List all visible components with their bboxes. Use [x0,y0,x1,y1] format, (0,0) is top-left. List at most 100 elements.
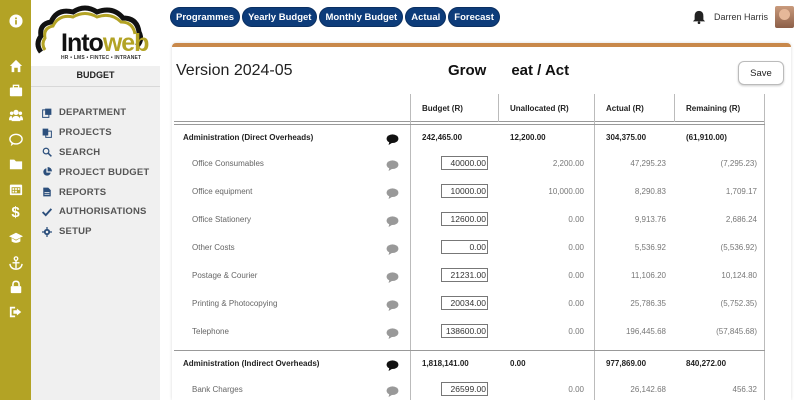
row-label: Printing & Photocopying [192,299,278,308]
budget-input[interactable] [441,240,488,254]
app: $ Intoweb HR • LMS • FINTEC • INTRANET B… [0,0,800,400]
comment-icon[interactable] [386,298,400,311]
unallocated-value: 0.00 [510,359,526,368]
table-row: Telephone 0.00 196,445.68 (57,845.68) [174,320,765,348]
sidebar-item-department[interactable]: DEPARTMENT [41,103,149,123]
unallocated-value: 0.00 [568,243,584,252]
users-icon[interactable] [8,107,23,122]
row-label: Office Stationery [192,215,251,224]
nav-programmes-button[interactable]: Programmes [170,7,241,27]
comment-icon[interactable] [386,186,400,199]
actual-value: 47,295.23 [630,159,666,168]
row-label: Office Consumables [192,159,264,168]
briefcase-icon[interactable] [8,83,23,98]
unallocated-value: 10,000.00 [548,187,584,196]
user-name[interactable]: Darren Harris [714,12,768,22]
anchor-icon[interactable] [8,255,23,270]
budget-input[interactable] [441,324,488,338]
comment-icon[interactable] [386,132,400,145]
unallocated-value: 0.00 [568,385,584,394]
header-remaining: Remaining (R) [686,104,741,113]
comment-icon[interactable] [386,242,400,255]
sidebar-item-label: PROJECT BUDGET [59,166,150,178]
table-row: Bank Charges 0.00 26,142.68 456.32 [174,378,765,400]
sidebar-item-search[interactable]: SEARCH [41,143,149,163]
user-area: Darren Harris [692,6,794,28]
budget-input[interactable] [441,156,488,170]
actual-value: 977,869.00 [606,359,647,368]
comment-icon[interactable] [386,158,400,171]
chat-icon[interactable] [8,132,23,147]
sidebar-item-project-budget[interactable]: PROJECT BUDGET [41,162,149,182]
logo[interactable]: Intoweb HR • LMS • FINTEC • INTRANET [31,0,160,66]
row-label: Telephone [192,327,229,336]
lock-icon[interactable] [8,279,23,294]
comment-icon[interactable] [386,270,400,283]
budget-input[interactable] [441,268,488,282]
comment-icon[interactable] [386,384,400,397]
column-divider [498,94,499,122]
remaining-value: (61,910.00) [686,133,727,142]
budget-input[interactable] [441,212,488,226]
info-icon[interactable] [8,13,23,28]
graduation-cap-icon[interactable] [8,230,23,245]
remaining-value: (5,536.92) [720,243,757,252]
comment-icon[interactable] [386,326,400,339]
table-row: Office Consumables 2,200.00 47,295.23 (7,29… [174,152,765,180]
sidebar-item-projects[interactable]: PROJECTS [41,123,149,143]
actual-value: 304,375.00 [606,133,647,142]
calendar-icon[interactable] [8,181,23,196]
nav-yearly-budget-button[interactable]: Yearly Budget [242,7,318,27]
projects-icon [41,127,52,138]
table-row: Office equipment 10,000.00 8,290.83 1,709.1… [174,180,765,208]
icon-rail: $ [0,0,31,400]
pie-chart-icon [41,167,52,178]
header-budget: Budget (R) [422,104,463,113]
table-row: Postage & Courier 0.00 11,106.20 10,124.80 [174,264,765,292]
row-label: Postage & Courier [192,271,258,280]
report-icon [41,187,52,198]
remaining-value: 10,124.80 [721,271,757,280]
header-unallocated: Unallocated (R) [510,104,569,113]
nav-monthly-budget-button[interactable]: Monthly Budget [319,7,404,27]
sign-out-icon[interactable] [8,304,23,319]
actual-value: 9,913.76 [634,215,666,224]
avatar[interactable] [775,6,794,28]
home-icon[interactable] [8,58,23,73]
sidebar-item-authorisations[interactable]: AUTHORISATIONS [41,202,149,222]
logo-tagline: HR • LMS • FINTEC • INTRANET [61,55,142,61]
actual-value: 25,786.35 [630,299,666,308]
budget-input[interactable] [441,184,488,198]
table-row: Printing & Photocopying 0.00 25,786.35 (5,7… [174,292,765,320]
save-button[interactable]: Save [738,61,784,85]
sidebar-item-label: PROJECTS [59,127,112,139]
sidebar-item-setup[interactable]: SETUP [41,222,149,242]
nav-forecast-button[interactable]: Forecast [448,7,500,27]
unallocated-value: 0.00 [568,271,584,280]
remaining-value: 840,272.00 [686,359,727,368]
row-label: Administration (Direct Overheads) [183,133,314,142]
divider [31,86,160,87]
comment-icon[interactable] [386,214,400,227]
sidebar-menu: DEPARTMENT PROJECTS SEARCH PROJECT BUDGE… [41,103,149,242]
page-title: Grow eat / Act [448,62,570,79]
table-group-row: Administration (Direct Overheads) 242,465… [174,124,765,152]
actual-value: 196,445.68 [625,327,666,336]
column-divider [674,94,675,122]
dollar-icon[interactable]: $ [8,205,23,220]
budget-input[interactable] [441,296,488,310]
bell-icon[interactable] [692,10,706,24]
table-group-row: Administration (Indirect Overheads) 1,818… [174,350,765,378]
version-label: Version 2024-05 [176,62,293,79]
sidebar-item-reports[interactable]: REPORTS [41,182,149,202]
nav-actual-button[interactable]: Actual [405,7,447,27]
comment-icon[interactable] [386,358,400,371]
section-label: BUDGET [76,70,115,80]
sidebar: Intoweb HR • LMS • FINTEC • INTRANET BUD… [31,0,160,400]
check-icon [41,206,52,217]
unallocated-value: 0.00 [568,299,584,308]
actual-value: 11,106.20 [631,271,666,280]
folder-icon[interactable] [8,156,23,171]
actual-value: 26,142.68 [630,385,666,394]
budget-input[interactable] [441,382,488,396]
